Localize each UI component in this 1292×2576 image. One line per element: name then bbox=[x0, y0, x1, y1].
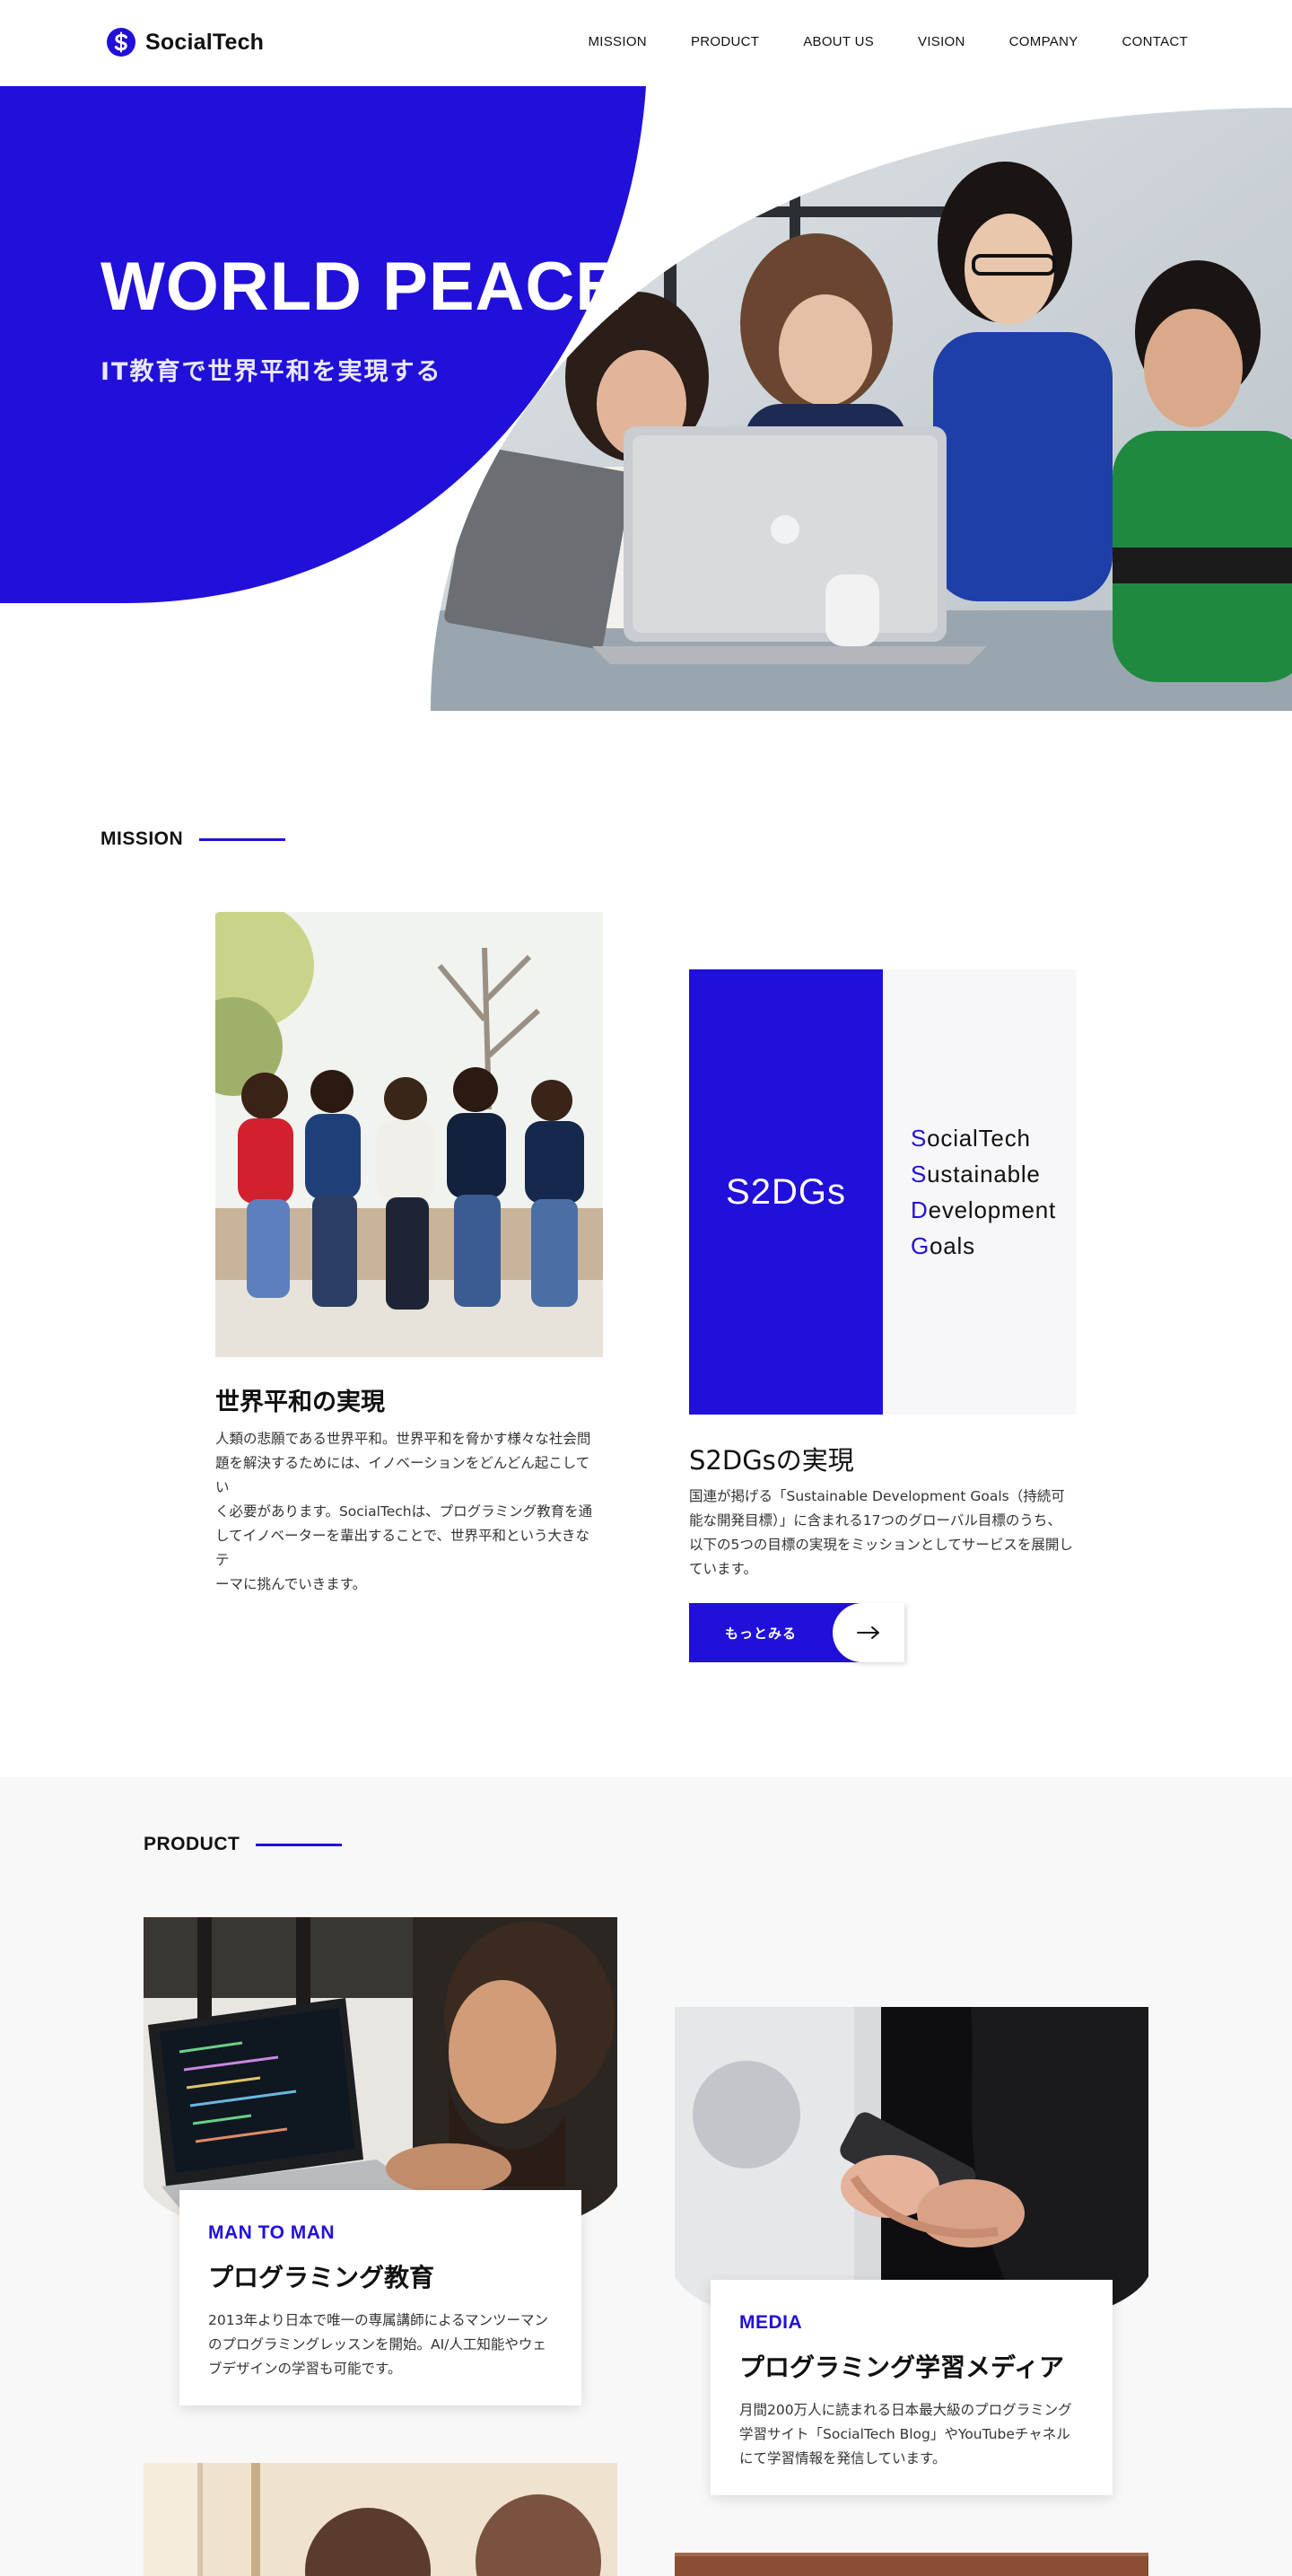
acronym-item: Goals bbox=[911, 1232, 975, 1259]
text-line: 人類の悲願である世界平和。世界平和を脅かす様々な社会問 bbox=[215, 1431, 591, 1447]
hero-subtitle: IT教育で世界平和を実現する bbox=[100, 358, 442, 386]
product-heading-label: PRODUCT bbox=[144, 1834, 240, 1854]
brand-name: SocialTech bbox=[145, 29, 265, 55]
text-line: く必要があります。SocialTechは、プログラミング教育を通 bbox=[215, 1503, 593, 1520]
nav-company[interactable]: COMPANY bbox=[1009, 34, 1078, 49]
brand-logo[interactable]: SocialTech bbox=[106, 27, 264, 57]
nav-product[interactable]: PRODUCT bbox=[691, 34, 759, 49]
text-line: 月間200万人に読まれる日本最大級のプログラミング bbox=[739, 2402, 1072, 2418]
text-line: ています。 bbox=[689, 1561, 757, 1577]
arrow-right-icon bbox=[857, 1626, 879, 1639]
friends-on-bench-photo bbox=[215, 912, 603, 1357]
mission-left-title: 世界平和の実現 bbox=[215, 1389, 385, 1416]
office-photo bbox=[675, 2553, 1148, 2576]
text-line: 2013年より日本で唯一の専属講師によるマンツーマン bbox=[208, 2312, 549, 2328]
more-button[interactable]: もっとみる bbox=[689, 1603, 904, 1662]
mission-right-text: 国連が掲げる「Sustainable Development Goals（持続可… bbox=[689, 1485, 1077, 1582]
product-tag: MEDIA bbox=[739, 2312, 803, 2333]
acronym-item: Sustainable bbox=[911, 1161, 1041, 1187]
s-coin-logo-icon bbox=[107, 28, 135, 57]
mission-right-title: S2DGsの実現 bbox=[689, 1445, 854, 1476]
heading-underline bbox=[256, 1843, 343, 1846]
acronym-item: Development bbox=[911, 1196, 1056, 1223]
text-line: 学習サイト「SocialTech Blog」やYouTubeチャネル bbox=[739, 2426, 1070, 2442]
more-button-label: もっとみる bbox=[725, 1625, 798, 1642]
text-line: 国連が掲げる「Sustainable Development Goals（持続可 bbox=[689, 1488, 1065, 1504]
text-line: してイノベーターを輩出することで、世界平和という大きなテ bbox=[215, 1528, 589, 1568]
product-heading: PRODUCT bbox=[144, 1834, 343, 1855]
s2dgs-badge-panel: S2DGs bbox=[689, 969, 883, 1415]
coworkers-photo bbox=[144, 2463, 617, 2576]
text-line: ーマに挑んでいきます。 bbox=[215, 1576, 367, 1592]
mission-heading-label: MISSION bbox=[100, 828, 184, 849]
product-tag: MAN TO MAN bbox=[208, 2222, 336, 2243]
acronym-item: SocialTech bbox=[911, 1125, 1031, 1152]
product-text: 月間200万人に読まれる日本最大級のプログラミング 学習サイト「SocialTe… bbox=[739, 2398, 1072, 2471]
nav-about-us[interactable]: ABOUT US bbox=[803, 34, 874, 49]
mission-left-text: 人類の悲願である世界平和。世界平和を脅かす様々な社会問 題を解決するためには、イ… bbox=[215, 1427, 603, 1597]
site-header: SocialTech MISSION PRODUCT ABOUT US VISI… bbox=[0, 0, 1292, 86]
nav-vision[interactable]: VISION bbox=[918, 34, 965, 49]
hero-title: WORLD PEACE bbox=[100, 249, 622, 325]
s2dgs-card: S2DGs SocialTech Sustainable Development… bbox=[689, 969, 1077, 1415]
more-button-arrow bbox=[833, 1603, 904, 1662]
text-line: 能な開発目標）」に含まれる17つのグローバル目標のうち、 bbox=[689, 1512, 1061, 1529]
nav-mission[interactable]: MISSION bbox=[588, 34, 646, 49]
mission-heading: MISSION bbox=[100, 828, 286, 850]
text-line: 題を解決するためには、イノベーションをどんどん起こしてい bbox=[215, 1455, 590, 1495]
product-title: プログラミング学習メディア bbox=[739, 2353, 1065, 2382]
text-line: 以下の5つの目標の実現をミッションとしてサービスを展開し bbox=[689, 1537, 1073, 1553]
text-line: にて学習情報を発信しています。 bbox=[739, 2450, 947, 2466]
nav-contact[interactable]: CONTACT bbox=[1122, 34, 1188, 49]
product-card-man-to-man[interactable]: MAN TO MAN プログラミング教育 2013年より日本で唯一の専属講師によ… bbox=[179, 2190, 581, 2405]
product-text: 2013年より日本で唯一の専属講師によるマンツーマン のプログラミングレッスンを… bbox=[208, 2309, 548, 2381]
s2dgs-acronym-list: SocialTech Sustainable Development Goals bbox=[911, 1120, 1056, 1264]
product-title: プログラミング教育 bbox=[208, 2263, 435, 2292]
hero-team-photo bbox=[431, 108, 1292, 711]
text-line: ブデザインの学習も可能です。 bbox=[208, 2361, 402, 2377]
heading-underline bbox=[199, 837, 286, 841]
main-nav: MISSION PRODUCT ABOUT US VISION COMPANY … bbox=[588, 34, 1188, 49]
s2dgs-badge: S2DGs bbox=[726, 1171, 846, 1212]
product-card-media[interactable]: MEDIA プログラミング学習メディア 月間200万人に読まれる日本最大級のプロ… bbox=[711, 2280, 1113, 2495]
text-line: のプログラミングレッスンを開始。AI/人工知能やウェ bbox=[208, 2336, 546, 2353]
